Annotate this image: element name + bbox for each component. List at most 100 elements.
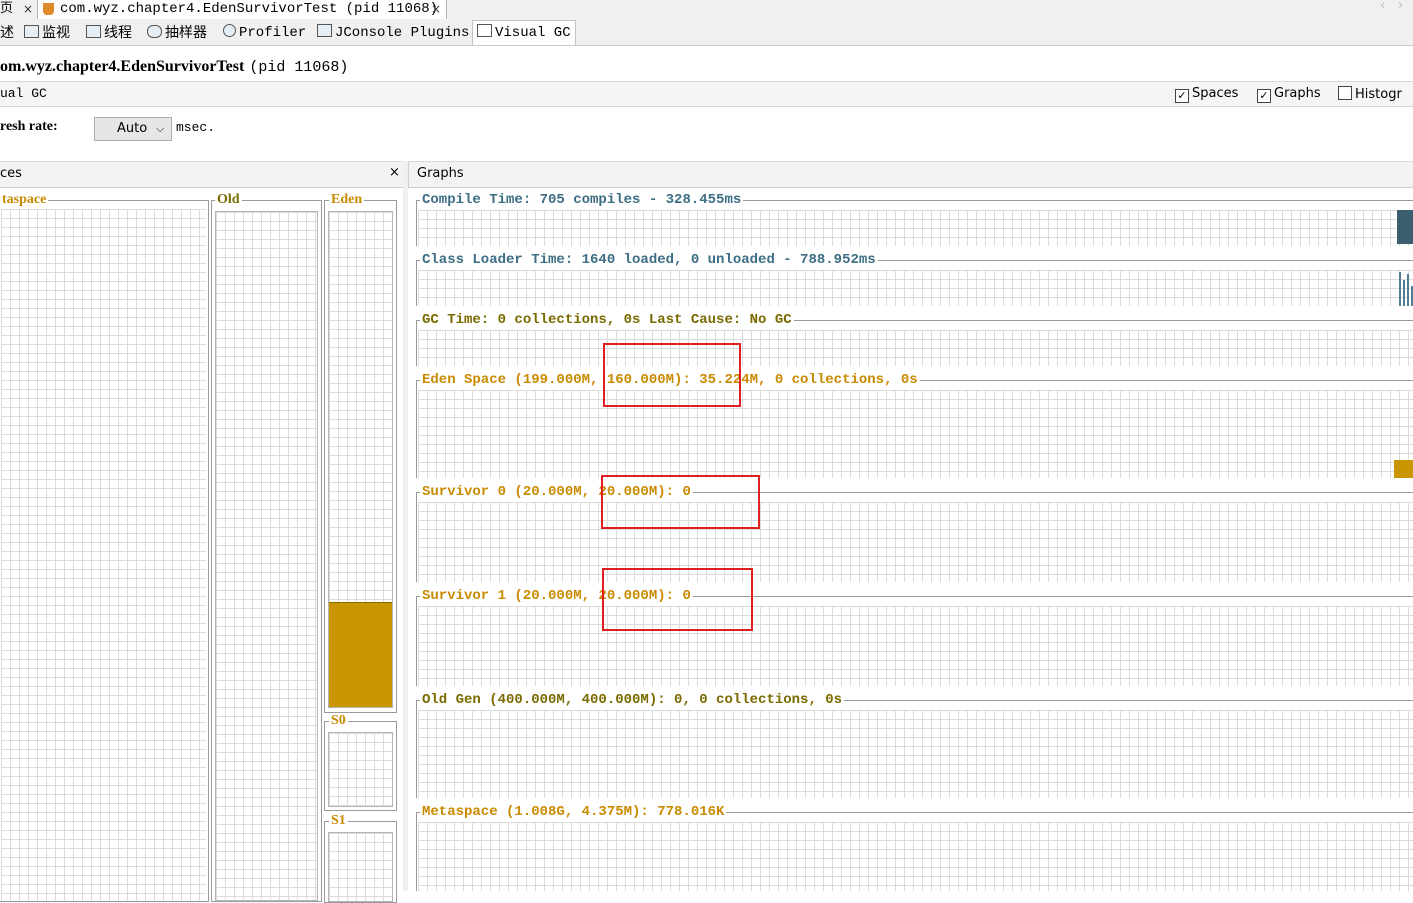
tab-sampler[interactable]: 抽样器	[147, 23, 207, 43]
profiler-icon	[223, 24, 236, 37]
checkbox-checked-icon: ✓	[1175, 89, 1189, 103]
metaspace-grid	[1, 209, 206, 901]
old-gen-graph: Old Gen (400.000M, 400.000M): 0, 0 colle…	[416, 693, 1413, 798]
survivor1-plot	[418, 606, 1413, 686]
tab-label: JConsole Plugins	[335, 25, 470, 41]
doc-tab-start-page[interactable]: 页 ×	[0, 0, 38, 19]
graph-border	[416, 492, 417, 582]
old-gen-plot	[418, 710, 1413, 798]
refresh-rate-select[interactable]: Auto ⌵	[94, 117, 172, 141]
checkbox-label: Spaces	[1192, 86, 1239, 101]
survivor1-graph: Survivor 1 (20.000M, 20.000M): 0	[416, 589, 1413, 686]
class-loader-title: Class Loader Time: 1640 loaded, 0 unload…	[420, 252, 878, 268]
spaces-panel-title: ces	[0, 166, 22, 181]
eden-grid	[328, 211, 393, 708]
compile-time-plot	[418, 210, 1413, 246]
graphs-checkbox[interactable]: ✓ Graphs	[1257, 86, 1321, 103]
old-label: Old	[215, 192, 242, 207]
scroll-right-icon[interactable]: ›	[1398, 0, 1403, 13]
close-icon[interactable]: ×	[23, 0, 33, 18]
metaspace-label: taspace	[0, 192, 49, 207]
close-icon[interactable]: ×	[431, 0, 441, 18]
tab-label: 述	[0, 25, 14, 41]
metaspace-plot	[418, 822, 1413, 891]
class-loader-spike	[1407, 274, 1409, 306]
class-loader-spike	[1399, 272, 1401, 306]
graphs-panel-title: Graphs	[417, 166, 464, 181]
refresh-rate-label: resh rate:	[0, 119, 58, 134]
tab-label: Visual GC	[495, 25, 571, 41]
monitor-icon	[24, 25, 39, 38]
graph-border	[416, 812, 417, 891]
s0-label: S0	[329, 713, 348, 728]
sampler-icon	[147, 25, 162, 38]
survivor0-graph: Survivor 0 (20.000M, 20.000M): 0	[416, 485, 1413, 582]
tab-overview[interactable]: 述	[0, 23, 14, 43]
close-icon[interactable]: ×	[389, 165, 400, 180]
graph-border	[416, 320, 417, 366]
panel-splitter[interactable]	[403, 161, 408, 891]
tab-profiler[interactable]: Profiler	[223, 23, 306, 43]
checkbox-label: Histogr	[1355, 87, 1402, 102]
doc-tab-label: com.wyz.chapter4.EdenSurvivorTest (pid 1…	[60, 1, 439, 17]
highlight-box-survivor0	[601, 475, 760, 529]
graph-border	[416, 380, 417, 478]
survivor0-grid	[328, 732, 393, 807]
compile-time-title: Compile Time: 705 compiles - 328.455ms	[420, 192, 744, 208]
visual-gc-toolbar: ual GC ✓ Spaces ✓ Graphs Histogr	[0, 81, 1413, 107]
eden-label: Eden	[329, 192, 365, 207]
scroll-left-icon[interactable]: ‹	[1380, 0, 1385, 13]
document-tab-strip: 页 × com.wyz.chapter4.EdenSurvivorTest (p…	[0, 0, 1413, 21]
s1-label: S1	[329, 813, 348, 828]
gc-time-graph: GC Time: 0 collections, 0s Last Cause: N…	[416, 313, 1413, 366]
process-name: om.wyz.chapter4.EdenSurvivorTest	[0, 58, 245, 75]
spaces-checkbox[interactable]: ✓ Spaces	[1175, 86, 1238, 103]
old-gen-title: Old Gen (400.000M, 400.000M): 0, 0 colle…	[420, 692, 845, 708]
tab-visual-gc[interactable]: Visual GC	[472, 20, 576, 45]
tab-label: Profiler	[239, 25, 307, 41]
tab-monitor[interactable]: 监视	[24, 23, 70, 43]
graph-border	[416, 260, 417, 306]
tab-jconsole-plugins[interactable]: JConsole Plugins	[317, 23, 469, 43]
graphs-panel-header: Graphs	[408, 161, 1413, 188]
tab-label: 监视	[42, 25, 70, 41]
gc-time-title: GC Time: 0 collections, 0s Last Cause: N…	[420, 312, 794, 328]
checkbox-label: Graphs	[1274, 86, 1321, 101]
compile-time-graph: Compile Time: 705 compiles - 328.455ms	[416, 193, 1413, 246]
doc-tab-process[interactable]: com.wyz.chapter4.EdenSurvivorTest (pid 1…	[38, 0, 447, 19]
old-grid	[215, 211, 318, 901]
histogram-checkbox[interactable]: Histogr	[1338, 86, 1402, 102]
metaspace-space	[0, 200, 209, 902]
doc-tab-label: 页	[0, 1, 14, 16]
view-title: ual GC	[0, 86, 47, 101]
eden-space	[324, 200, 397, 713]
jconsole-icon	[317, 24, 332, 37]
metaspace-graph: Metaspace (1.008G, 4.375M): 778.016K	[416, 805, 1413, 891]
visualgc-icon	[477, 24, 492, 37]
java-cup-icon	[43, 3, 54, 15]
old-space	[211, 200, 322, 902]
compile-time-bar	[1397, 210, 1413, 244]
eden-space-graph: Eden Space (199.000M, 160.000M): 35.224M…	[416, 373, 1413, 478]
class-loader-plot	[418, 270, 1413, 306]
graph-border	[416, 700, 417, 798]
survivor0-plot	[418, 502, 1413, 582]
eden-usage-area	[1394, 460, 1413, 478]
highlight-box-survivor1	[602, 568, 753, 631]
view-tab-strip: 述 监视 线程 抽样器 Profiler JConsole Plugins Vi…	[0, 20, 1413, 46]
threads-icon	[86, 25, 101, 38]
checkbox-unchecked-icon	[1338, 86, 1352, 100]
refresh-rate-value: Auto	[117, 121, 148, 136]
class-loader-graph: Class Loader Time: 1640 loaded, 0 unload…	[416, 253, 1413, 306]
tab-threads[interactable]: 线程	[86, 23, 132, 43]
eden-used-bar	[329, 602, 392, 707]
highlight-box-eden	[603, 343, 741, 407]
process-pid: (pid 11068)	[249, 59, 349, 76]
survivor0-space	[324, 721, 397, 811]
gc-time-plot	[418, 330, 1413, 366]
tab-label: 线程	[104, 25, 132, 41]
eden-space-plot	[418, 390, 1413, 478]
tab-label: 抽样器	[165, 25, 207, 41]
survivor1-grid	[328, 832, 393, 902]
refresh-rate-unit: msec.	[176, 120, 216, 135]
